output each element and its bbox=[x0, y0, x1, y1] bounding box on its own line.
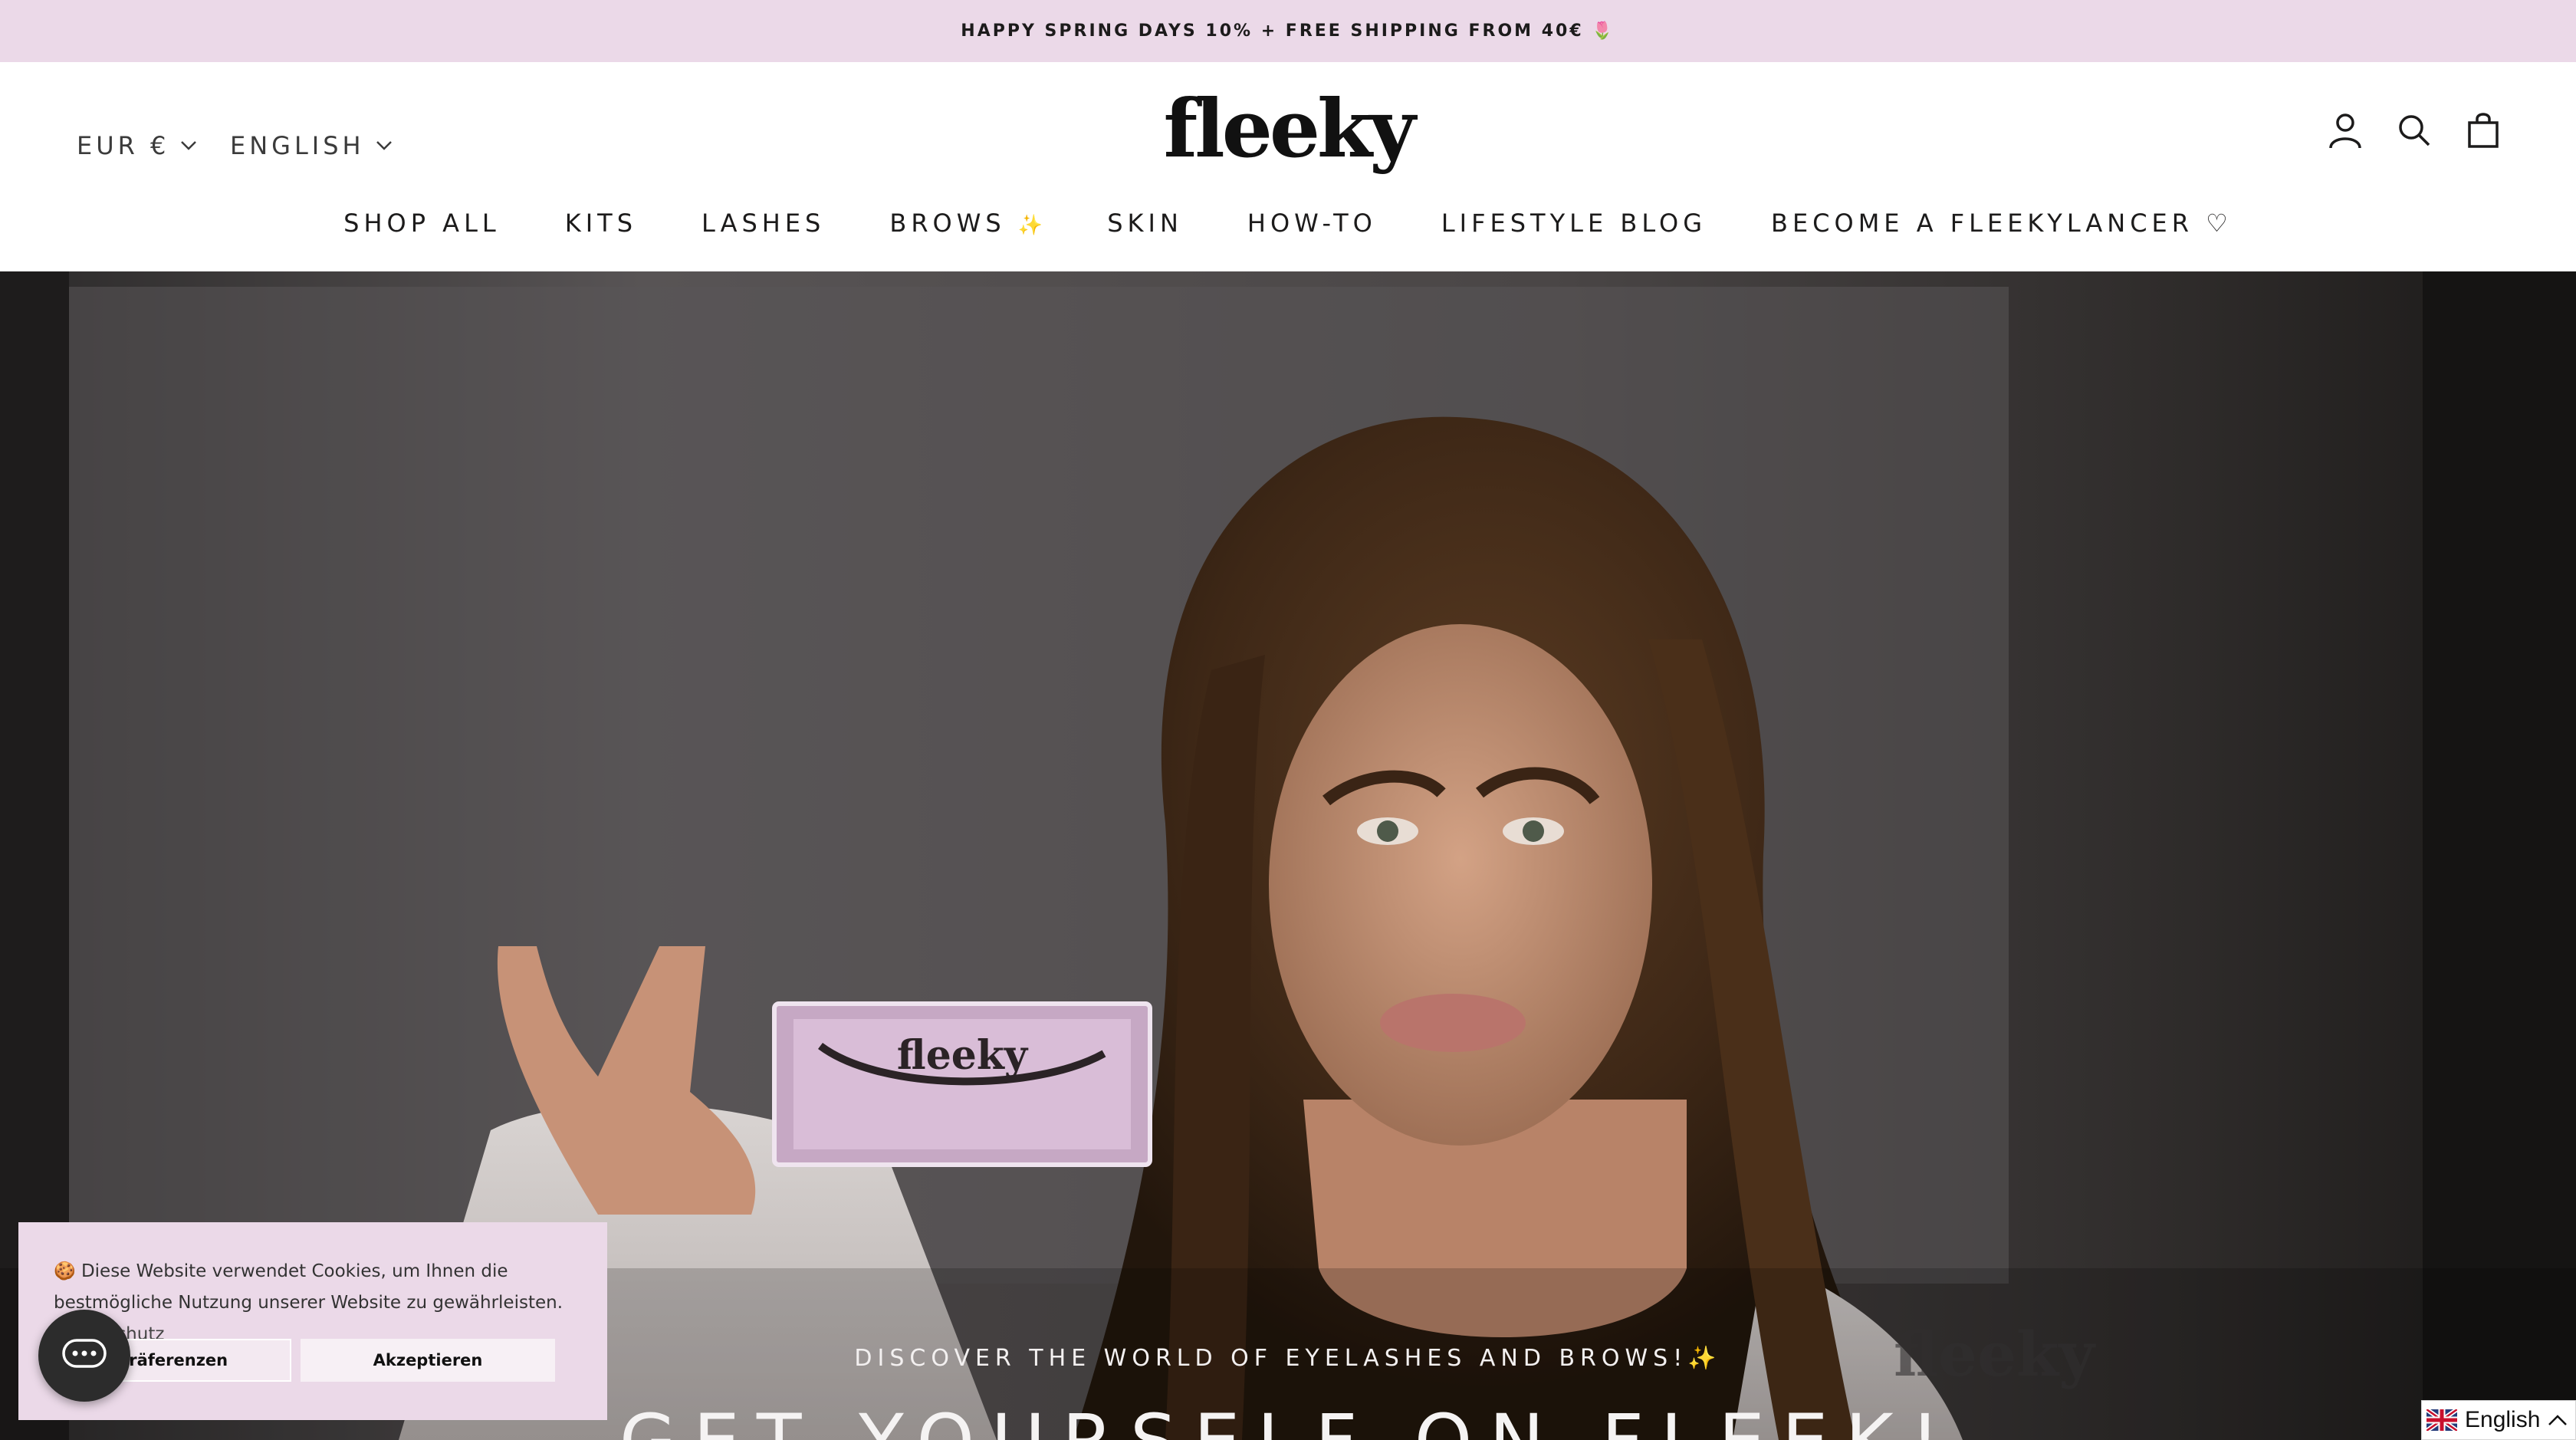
nav-label: HOW-TO bbox=[1247, 209, 1377, 238]
nav-item-shop-all[interactable]: SHOP ALL bbox=[343, 209, 501, 238]
chevron-down-icon bbox=[181, 141, 197, 150]
nav-label: LIFESTYLE BLOG bbox=[1441, 209, 1707, 238]
search-icon[interactable] bbox=[2394, 110, 2435, 151]
language-switcher[interactable]: English bbox=[2421, 1400, 2576, 1440]
nav-label: LASHES bbox=[702, 209, 826, 238]
language-selector[interactable]: ENGLISH bbox=[230, 131, 393, 160]
nav-label: BROWS bbox=[889, 209, 1006, 238]
chat-icon bbox=[62, 1339, 107, 1368]
currency-selector[interactable]: EUR € bbox=[77, 131, 197, 160]
announcement-bar: HAPPY SPRING DAYS 10% + FREE SHIPPING FR… bbox=[0, 0, 2576, 62]
cookie-message: 🍪 Diese Website verwendet Cookies, um Ih… bbox=[54, 1261, 564, 1313]
currency-label: EUR € bbox=[77, 131, 170, 160]
nav-item-fleekylancer[interactable]: BECOME A FLEEKYLANCER ♡ bbox=[1771, 209, 2233, 238]
nav-item-skin[interactable]: SKIN bbox=[1107, 209, 1183, 238]
nav-label: SHOP ALL bbox=[343, 209, 501, 238]
nav-item-lifestyle-blog[interactable]: LIFESTYLE BLOG bbox=[1441, 209, 1707, 238]
nav-item-how-to[interactable]: HOW-TO bbox=[1247, 209, 1377, 238]
main-nav: SHOP ALL KITS LASHES BROWS ✨ SKIN HOW-TO… bbox=[0, 202, 2576, 245]
cart-icon[interactable] bbox=[2463, 110, 2504, 151]
chevron-up-icon bbox=[2548, 1415, 2568, 1425]
nav-label: SKIN bbox=[1107, 209, 1183, 238]
box-logo-text: fleeky bbox=[897, 1032, 1029, 1079]
site-logo[interactable]: fleeky bbox=[1163, 81, 1415, 176]
language-switcher-label: English bbox=[2465, 1407, 2541, 1432]
chat-launcher-button[interactable] bbox=[38, 1310, 130, 1402]
language-label: ENGLISH bbox=[230, 131, 365, 160]
site-header: EUR € ENGLISH fleeky SHOP ALL KITS LASHE… bbox=[0, 62, 2576, 271]
announcement-text: HAPPY SPRING DAYS 10% + FREE SHIPPING FR… bbox=[961, 21, 1615, 41]
nav-item-lashes[interactable]: LASHES bbox=[702, 209, 825, 238]
nav-label: KITS bbox=[564, 209, 637, 238]
nav-item-kits[interactable]: KITS bbox=[565, 209, 637, 238]
chevron-down-icon bbox=[376, 141, 392, 150]
cookie-text: 🍪 Diese Website verwendet Cookies, um Ih… bbox=[54, 1256, 572, 1350]
nav-item-brows[interactable]: BROWS ✨ bbox=[889, 209, 1043, 238]
sparkle-icon: ✨ bbox=[1017, 214, 1043, 237]
uk-flag-icon bbox=[2426, 1409, 2457, 1431]
account-icon[interactable] bbox=[2325, 110, 2366, 151]
accept-button[interactable]: Akzeptieren bbox=[301, 1339, 555, 1382]
nav-label: BECOME A FLEEKYLANCER ♡ bbox=[1770, 209, 2233, 238]
